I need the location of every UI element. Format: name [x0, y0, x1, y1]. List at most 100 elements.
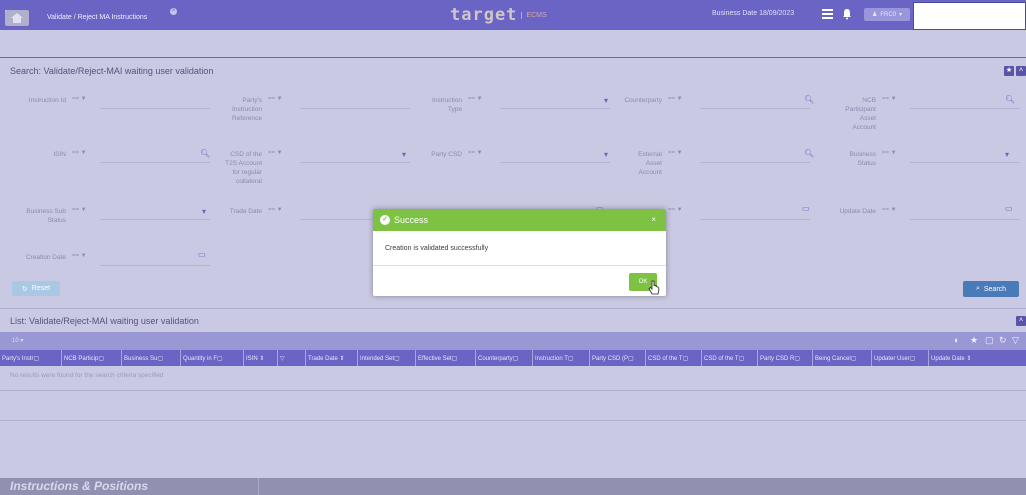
column-header[interactable]: Party's Instr▢	[0, 350, 62, 366]
logo-sub-text: ECMS	[521, 11, 547, 19]
calendar-icon[interactable]: ▭	[802, 204, 810, 213]
update-date-input[interactable]	[910, 219, 1020, 220]
instruction-type-field: Instruction Type == ▼	[400, 96, 483, 114]
column-header[interactable]: Counterparty▢	[476, 350, 533, 366]
column-header[interactable]: ▽	[278, 350, 306, 366]
external-asset-account-field: External Asset Account == ▼	[600, 150, 683, 177]
instruction-id-input[interactable]	[100, 108, 210, 109]
refresh-icon[interactable]: ↻	[999, 335, 1007, 346]
user-name: FRC0	[880, 11, 897, 18]
isin-input[interactable]	[100, 162, 210, 163]
business-date: Business Date 18/09/2023	[712, 10, 795, 17]
no-results-message: No results were found for the search cri…	[10, 372, 164, 379]
search-icon[interactable]: 🔍︎	[1005, 95, 1015, 104]
column-header[interactable]: ISIN ⇕	[244, 350, 278, 366]
operator-select[interactable]: == ▼	[882, 150, 897, 168]
operator-select[interactable]: == ▼	[268, 207, 283, 216]
collapse-icon[interactable]: ˄	[1016, 66, 1026, 76]
csd-t2s-account-select[interactable]	[300, 162, 410, 163]
field-label: Trade Date	[229, 208, 262, 215]
party-instruction-ref-field: Party's Instruction Reference == ▼	[200, 96, 283, 123]
column-header[interactable]: Intended Set▢	[358, 350, 416, 366]
operator-select[interactable]: == ▼	[668, 150, 683, 177]
business-status-select[interactable]	[910, 162, 1020, 163]
csd-t2s-account-field: CSD of the T2S Account for regular collater…	[200, 150, 283, 186]
operator-select[interactable]: == ▼	[882, 96, 897, 132]
search-icon[interactable]: 🔍︎	[804, 95, 814, 104]
operator-select[interactable]: == ▼	[668, 96, 683, 105]
columns-icon[interactable]: ▢	[985, 335, 994, 346]
close-tab-icon[interactable]: ×	[170, 8, 177, 15]
external-asset-account-input[interactable]	[700, 162, 810, 163]
column-header[interactable]: Updater User▢	[872, 350, 929, 366]
operator-select[interactable]: == ▼	[882, 207, 897, 216]
operator-select[interactable]: == ▼	[268, 150, 283, 186]
calendar-icon[interactable]: ▭	[198, 250, 206, 259]
column-header[interactable]: Effective Set▢	[416, 350, 476, 366]
dialog-message: Creation is validated successfully	[385, 245, 489, 252]
instruction-id-field: Instruction Id == ▼	[10, 96, 87, 105]
trade-date-input[interactable]	[300, 219, 380, 220]
search-icon[interactable]: 🔍︎	[804, 149, 814, 158]
operator-select[interactable]: == ▼	[668, 207, 683, 234]
update-date-field: Update Date == ▼	[820, 207, 897, 216]
instruction-type-select[interactable]	[500, 108, 610, 109]
page-size-select[interactable]: 10 ▾	[12, 337, 23, 344]
party-instruction-ref-input[interactable]	[300, 108, 410, 109]
operator-select[interactable]: == ▼	[468, 150, 483, 159]
home-tab[interactable]	[5, 10, 29, 26]
operator-select[interactable]: == ▼	[72, 96, 87, 105]
calendar-icon[interactable]: ▭	[1005, 204, 1013, 213]
operator-select[interactable]: == ▼	[72, 253, 87, 262]
search-icon: ⌕	[975, 285, 980, 292]
column-header[interactable]: Being Cancel▢	[813, 350, 872, 366]
field-label: Update Date	[839, 208, 877, 215]
column-header[interactable]: CSD of the T▢	[702, 350, 758, 366]
creation-date-field: Creation Date == ▼	[10, 253, 87, 262]
operator-select[interactable]: == ▼	[72, 150, 87, 159]
dropdown-chevron-icon[interactable]: ▾	[1005, 150, 1009, 159]
hand-cursor-icon	[648, 280, 660, 295]
user-menu-button[interactable]: ♟ FRC0 ▾	[864, 8, 910, 21]
column-header[interactable]: Trade Date ⇕	[306, 350, 358, 366]
close-icon[interactable]: ×	[651, 215, 656, 224]
star-icon[interactable]: ★	[970, 335, 978, 346]
search-button[interactable]: ⌕ Search	[963, 281, 1019, 297]
counterparty-input[interactable]	[700, 108, 810, 109]
footer-title: Instructions & Positions	[10, 479, 149, 493]
filter-toggle-icon[interactable]: ◐	[954, 335, 959, 345]
tab-bar	[0, 30, 1026, 58]
list-icon[interactable]	[822, 9, 833, 19]
grid-header: Party's Instr▢ NCB Particip▢ Business Su…	[0, 350, 1026, 366]
column-header[interactable]: NCB Particip▢	[62, 350, 122, 366]
operator-select[interactable]: == ▼	[268, 96, 283, 123]
footer-bar: Instructions & Positions	[0, 478, 1026, 495]
column-header[interactable]: CSD of the T▢	[646, 350, 702, 366]
dialog-divider	[373, 265, 666, 266]
column-header[interactable]: Party CSD (P▢	[590, 350, 646, 366]
ncb-participant-input[interactable]	[910, 108, 1020, 109]
list-title: List: Validate/Reject-MAI waiting user v…	[10, 316, 199, 326]
star-icon[interactable]: ★	[1004, 66, 1014, 76]
party-csd-field: Party CSD == ▼	[400, 150, 483, 159]
tab-validate-reject[interactable]: Validate / Reject MA Instructions ×	[35, 5, 180, 29]
logo-text: target	[450, 5, 518, 25]
reset-button[interactable]: ↻ Reset	[12, 281, 60, 296]
column-header[interactable]: Update Date ⇕	[929, 350, 976, 366]
party-csd-select[interactable]	[500, 162, 610, 163]
field-label: Creation Date	[25, 254, 66, 261]
column-header[interactable]: Quantity in F▢	[181, 350, 244, 366]
operator-select[interactable]: == ▼	[468, 96, 483, 114]
column-header[interactable]: Business Su▢	[122, 350, 181, 366]
column-header[interactable]: Instruction T▢	[533, 350, 590, 366]
bell-icon[interactable]	[842, 8, 852, 20]
filter-icon[interactable]: ▽	[1012, 335, 1019, 346]
business-sub-status-select[interactable]	[100, 219, 210, 220]
creation-date-input[interactable]	[100, 265, 210, 266]
collapse-icon[interactable]: ˄	[1016, 316, 1026, 326]
dialog-title: Success	[394, 215, 429, 225]
hidden-date-input[interactable]	[700, 219, 810, 220]
column-header[interactable]: Party CSD R▢	[758, 350, 813, 366]
operator-select[interactable]: == ▼	[72, 207, 87, 225]
field-label: NCB Participant Asset Account	[845, 97, 876, 131]
